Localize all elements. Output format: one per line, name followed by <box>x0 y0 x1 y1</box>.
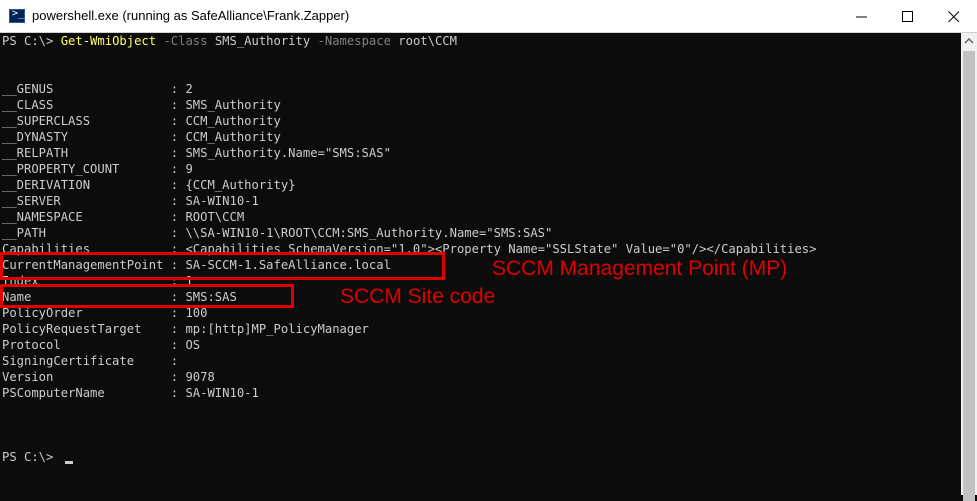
mp-annotation: SCCM Management Point (MP) <box>492 257 788 280</box>
property-separator: : <box>104 386 186 400</box>
site-code-annotation: SCCM Site code <box>340 285 496 308</box>
property-row: PSComputerName : SA-WIN10-1 <box>2 385 259 401</box>
text-cursor <box>65 461 73 464</box>
final-prompt: PS C:\> <box>2 450 61 464</box>
namespace-param: -Namespace <box>317 34 391 48</box>
property-separator: : <box>53 82 186 96</box>
property-row: __DERIVATION : {CCM_Authority} <box>2 177 296 193</box>
property-value: SA-WIN10-1 <box>185 194 259 208</box>
property-separator: : <box>82 306 186 320</box>
property-row: __NAMESPACE : ROOT\CCM <box>2 209 244 225</box>
property-separator: : <box>60 338 186 352</box>
property-name: __SUPERCLASS <box>2 114 91 128</box>
property-value: CCM_Authority <box>185 114 281 128</box>
property-value: SA-WIN10-1 <box>185 386 259 400</box>
property-row: __SUPERCLASS : CCM_Authority <box>2 113 281 129</box>
property-separator: : <box>82 210 186 224</box>
property-row: __SERVER : SA-WIN10-1 <box>2 193 259 209</box>
property-separator: : <box>68 130 186 144</box>
maximize-icon <box>902 11 913 22</box>
property-separator: : <box>53 98 186 112</box>
property-name: PSComputerName <box>2 386 105 400</box>
minimize-button[interactable] <box>839 0 885 33</box>
property-row: __RELPATH : SMS_Authority.Name="SMS:SAS" <box>2 145 391 161</box>
property-name: __RELPATH <box>2 146 69 160</box>
property-value: 9078 <box>185 370 215 384</box>
property-name: Version <box>2 370 54 384</box>
minimize-icon <box>856 16 867 18</box>
property-row: __PROPERTY_COUNT : 9 <box>2 161 193 177</box>
title-bar: >_ powershell.exe (running as SafeAllian… <box>0 0 977 33</box>
property-value: \\SA-WIN10-1\ROOT\CCM:SMS_Authority.Name… <box>185 226 553 240</box>
namespace-value: root\CCM <box>398 34 457 48</box>
property-row: __PATH : \\SA-WIN10-1\ROOT\CCM:SMS_Autho… <box>2 225 552 241</box>
property-value: OS <box>185 338 201 352</box>
property-value: {CCM_Authority} <box>185 178 296 192</box>
property-row: Protocol : OS <box>2 337 200 353</box>
scroll-thumb[interactable] <box>963 51 975 501</box>
property-value: mp:[http]MP_PolicyManager <box>185 322 369 336</box>
property-separator: : <box>60 194 186 208</box>
class-value: SMS_Authority <box>214 34 311 48</box>
property-name: __DYNASTY <box>2 130 69 144</box>
property-name: __CLASS <box>2 98 54 112</box>
property-name: __NAMESPACE <box>2 210 83 224</box>
powershell-icon: >_ <box>9 8 25 23</box>
property-value: 100 <box>185 306 208 320</box>
property-value: 2 <box>185 82 193 96</box>
close-icon <box>948 11 960 23</box>
mp-highlight-box <box>0 252 445 280</box>
chevron-up-icon <box>964 37 974 44</box>
property-name: __DERIVATION <box>2 178 91 192</box>
cmdlet: Get-WmiObject <box>60 34 157 48</box>
property-name: Protocol <box>2 338 61 352</box>
property-row: __DYNASTY : CCM_Authority <box>2 129 281 145</box>
property-name: PolicyOrder <box>2 306 83 320</box>
scroll-up-button[interactable] <box>961 33 977 49</box>
property-value: SMS_Authority.Name="SMS:SAS" <box>185 146 391 160</box>
property-separator: : <box>90 114 186 128</box>
close-button[interactable] <box>931 0 977 33</box>
property-row: PolicyRequestTarget : mp:[http]MP_Policy… <box>2 321 369 337</box>
property-name: __SERVER <box>2 194 61 208</box>
vertical-scrollbar[interactable] <box>961 33 977 501</box>
property-value: SMS_Authority <box>185 98 281 112</box>
window-title: powershell.exe (running as SafeAlliance\… <box>32 8 350 23</box>
property-row: __CLASS : SMS_Authority <box>2 97 281 113</box>
property-value: ROOT\CCM <box>185 210 245 224</box>
property-name: SigningCertificate <box>2 354 135 368</box>
property-separator: : <box>141 322 186 336</box>
property-separator: : <box>53 370 186 384</box>
property-separator: : <box>119 162 186 176</box>
property-separator: : <box>134 354 186 368</box>
property-row: __GENUS : 2 <box>2 81 193 97</box>
property-separator: : <box>46 226 186 240</box>
property-row: SigningCertificate : <box>2 353 185 369</box>
class-param: -Class <box>163 34 208 48</box>
property-separator: : <box>90 178 186 192</box>
property-name: __GENUS <box>2 82 54 96</box>
maximize-button[interactable] <box>885 0 931 33</box>
property-value: CCM_Authority <box>185 130 281 144</box>
property-name: __PATH <box>2 226 47 240</box>
property-value: 9 <box>185 162 193 176</box>
property-name: PolicyRequestTarget <box>2 322 142 336</box>
site-code-highlight-box <box>0 284 294 308</box>
property-separator: : <box>68 146 186 160</box>
property-row: Version : 9078 <box>2 369 215 385</box>
command-line: PS C:\> Get-WmiObject -Class SMS_Authori… <box>2 33 457 49</box>
property-name: __PROPERTY_COUNT <box>2 162 120 176</box>
prompt: PS C:\> <box>2 34 61 48</box>
